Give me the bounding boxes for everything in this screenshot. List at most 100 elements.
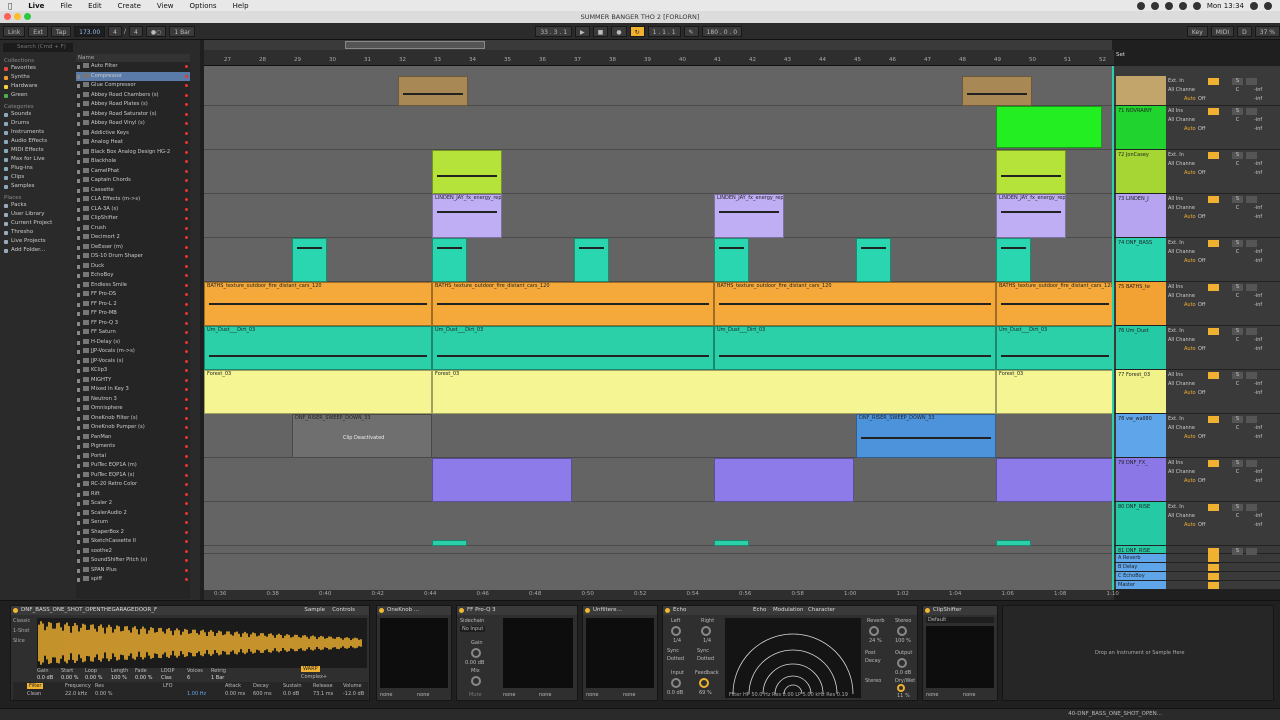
return-track-header[interactable]: Master — [1116, 581, 1166, 589]
key-map-button[interactable]: Key — [1186, 25, 1208, 37]
tempo-field[interactable]: 173.00 — [74, 25, 106, 37]
track-header[interactable]: 74 DNF_BASS — [1116, 238, 1166, 281]
place-item[interactable]: Add Folder... — [4, 246, 74, 255]
time-marker[interactable]: 0:42 — [372, 591, 384, 597]
midi-map-button[interactable]: MIDI — [1210, 25, 1235, 37]
arrangement-clip[interactable] — [856, 238, 891, 282]
arm-button[interactable] — [1246, 416, 1257, 423]
plugin-list-item[interactable]: Blackhole — [76, 157, 190, 167]
bar-number[interactable]: 43 — [784, 57, 791, 63]
track-input-type[interactable]: All Ins — [1168, 196, 1183, 202]
arrangement-clip[interactable] — [996, 106, 1102, 148]
monitor-auto[interactable]: Auto — [1184, 478, 1196, 484]
solo-button[interactable]: S — [1232, 78, 1243, 85]
plugin-list-item[interactable]: JJP-Vocals (m->s) — [76, 347, 190, 357]
solo-button[interactable]: S — [1232, 240, 1243, 247]
arrangement-clip[interactable] — [292, 238, 327, 282]
plugin-list-item[interactable]: FF Pro-L 2 — [76, 300, 190, 310]
character-tab[interactable]: Character — [808, 606, 835, 615]
place-item[interactable]: User Library — [4, 210, 74, 219]
plugin-list-item[interactable]: Neutron 3 — [76, 395, 190, 405]
menu-edit[interactable]: Edit — [80, 2, 110, 10]
sample-tab[interactable]: Sample — [304, 606, 325, 615]
plugin-list-item[interactable]: ClipShifter — [76, 214, 190, 224]
sidechain-input-select[interactable]: No Input — [460, 626, 486, 632]
arrangement-clip[interactable] — [996, 540, 1031, 546]
arrangement-clip[interactable] — [398, 76, 468, 106]
wifi-icon[interactable] — [1178, 1, 1187, 10]
track-name[interactable]: 73 LINDEN_J — [1116, 194, 1166, 204]
collection-item[interactable]: Green — [4, 91, 74, 100]
arrangement-clip[interactable] — [962, 76, 1032, 106]
clipshifter-preset-select[interactable]: Default — [926, 617, 994, 623]
collection-item[interactable]: Favorites — [4, 64, 74, 73]
simpler-param-value[interactable]: 0.00 % — [61, 675, 78, 681]
track-header[interactable]: 72 JonCasey — [1116, 150, 1166, 193]
category-item[interactable]: Clips — [4, 173, 74, 182]
proq3-plugin-display[interactable] — [503, 618, 573, 688]
arrangement-clip[interactable] — [714, 238, 749, 282]
warp-button[interactable]: WARP — [301, 666, 320, 672]
arrangement-clip[interactable]: BATHS_texture_outdoor_fire_distant_cars_… — [432, 282, 714, 326]
bar-number[interactable]: 42 — [749, 57, 756, 63]
time-marker[interactable]: 0:52 — [634, 591, 646, 597]
track-input-channel[interactable]: All Channe — [1168, 117, 1195, 123]
mix-knob[interactable] — [471, 676, 481, 686]
arrangement-position-field[interactable]: 33 . 3 . 1 — [535, 25, 573, 37]
monitor-off[interactable]: Off — [1198, 170, 1205, 176]
simpler-param-value[interactable]: 0.00 % — [85, 675, 102, 681]
arrangement-clip[interactable]: Forest_03 — [204, 370, 432, 414]
echo-tunnel-display[interactable] — [725, 618, 861, 698]
time-marker[interactable]: 0:40 — [319, 591, 331, 597]
track-input-channel[interactable]: All Channe — [1168, 293, 1195, 299]
overview-viewport[interactable] — [345, 41, 485, 49]
device-on-icon[interactable] — [925, 608, 930, 613]
metronome-icon[interactable]: ●○ — [145, 25, 167, 37]
clock[interactable]: Mon 13:34 — [1207, 2, 1244, 10]
menu-file[interactable]: File — [52, 2, 80, 10]
send-a-value[interactable]: -inf — [1254, 87, 1262, 93]
track-volume[interactable] — [1208, 152, 1219, 159]
gain-knob[interactable] — [471, 648, 481, 658]
plugin-list-item[interactable]: PanMan — [76, 433, 190, 443]
arrangement-clip[interactable]: Um_Dust___Dirt_03 — [714, 326, 996, 370]
solo-button[interactable]: S — [1232, 416, 1243, 423]
bar-number[interactable]: 47 — [924, 57, 931, 63]
pan-value[interactable]: C — [1232, 249, 1243, 256]
send-b-value[interactable]: -inf — [1254, 126, 1262, 132]
track-header[interactable]: 79 DNF_FX_ — [1116, 458, 1166, 501]
arrangement-clip[interactable] — [714, 540, 749, 546]
time-marker[interactable]: 1:10 — [1107, 591, 1119, 597]
clipshifter-macro-right[interactable]: none — [963, 692, 975, 698]
track-volume[interactable] — [1208, 196, 1219, 203]
plugin-list-item[interactable]: ShaperBox 2 — [76, 528, 190, 538]
loop-length-field[interactable]: 180 . 0 . 0 — [701, 25, 743, 37]
reverb-position-select[interactable]: Post — [865, 650, 875, 656]
send-a-value[interactable]: -inf — [1254, 249, 1262, 255]
right-time-value[interactable]: 1/4 — [703, 638, 711, 644]
plugin-list-item[interactable]: MIGHTY — [76, 376, 190, 386]
plugin-list-item[interactable]: DeEsser (m) — [76, 243, 190, 253]
close-window-button[interactable] — [4, 13, 11, 20]
arrangement-clip[interactable] — [574, 238, 609, 282]
attack-value[interactable]: 0.00 ms — [225, 691, 245, 697]
track-input-type[interactable]: Ext. In — [1168, 416, 1184, 422]
device-drop-area[interactable]: Drop an Instrument or Sample Here — [1002, 605, 1274, 701]
plugin-list-item[interactable]: Serum — [76, 518, 190, 528]
pan-value[interactable]: C — [1232, 87, 1243, 94]
monitor-auto[interactable]: Auto — [1184, 96, 1196, 102]
link-button[interactable]: Link — [3, 25, 26, 37]
siri-icon[interactable] — [1264, 1, 1272, 10]
plugin-list-item[interactable]: Omnisphere — [76, 404, 190, 414]
return-volume[interactable] — [1208, 555, 1219, 562]
plugin-list-item[interactable]: Duck — [76, 262, 190, 272]
time-marker[interactable]: 1:04 — [949, 591, 961, 597]
beat-time-ruler[interactable]: 27 28 29 30 31 32 33 34 35 36 37 38 39 40 41 42 43 44 45 46… — [204, 50, 1114, 66]
lfo-toggle[interactable]: LFO — [163, 683, 173, 689]
plugin-list-item[interactable]: Analog Heat — [76, 138, 190, 148]
bar-number[interactable]: 35 — [504, 57, 511, 63]
track-volume[interactable] — [1208, 328, 1219, 335]
browser-name-column-header[interactable]: Name — [76, 54, 190, 62]
send-b-value[interactable]: -inf — [1254, 390, 1262, 396]
filter-toggle[interactable]: Filter — [27, 683, 44, 689]
